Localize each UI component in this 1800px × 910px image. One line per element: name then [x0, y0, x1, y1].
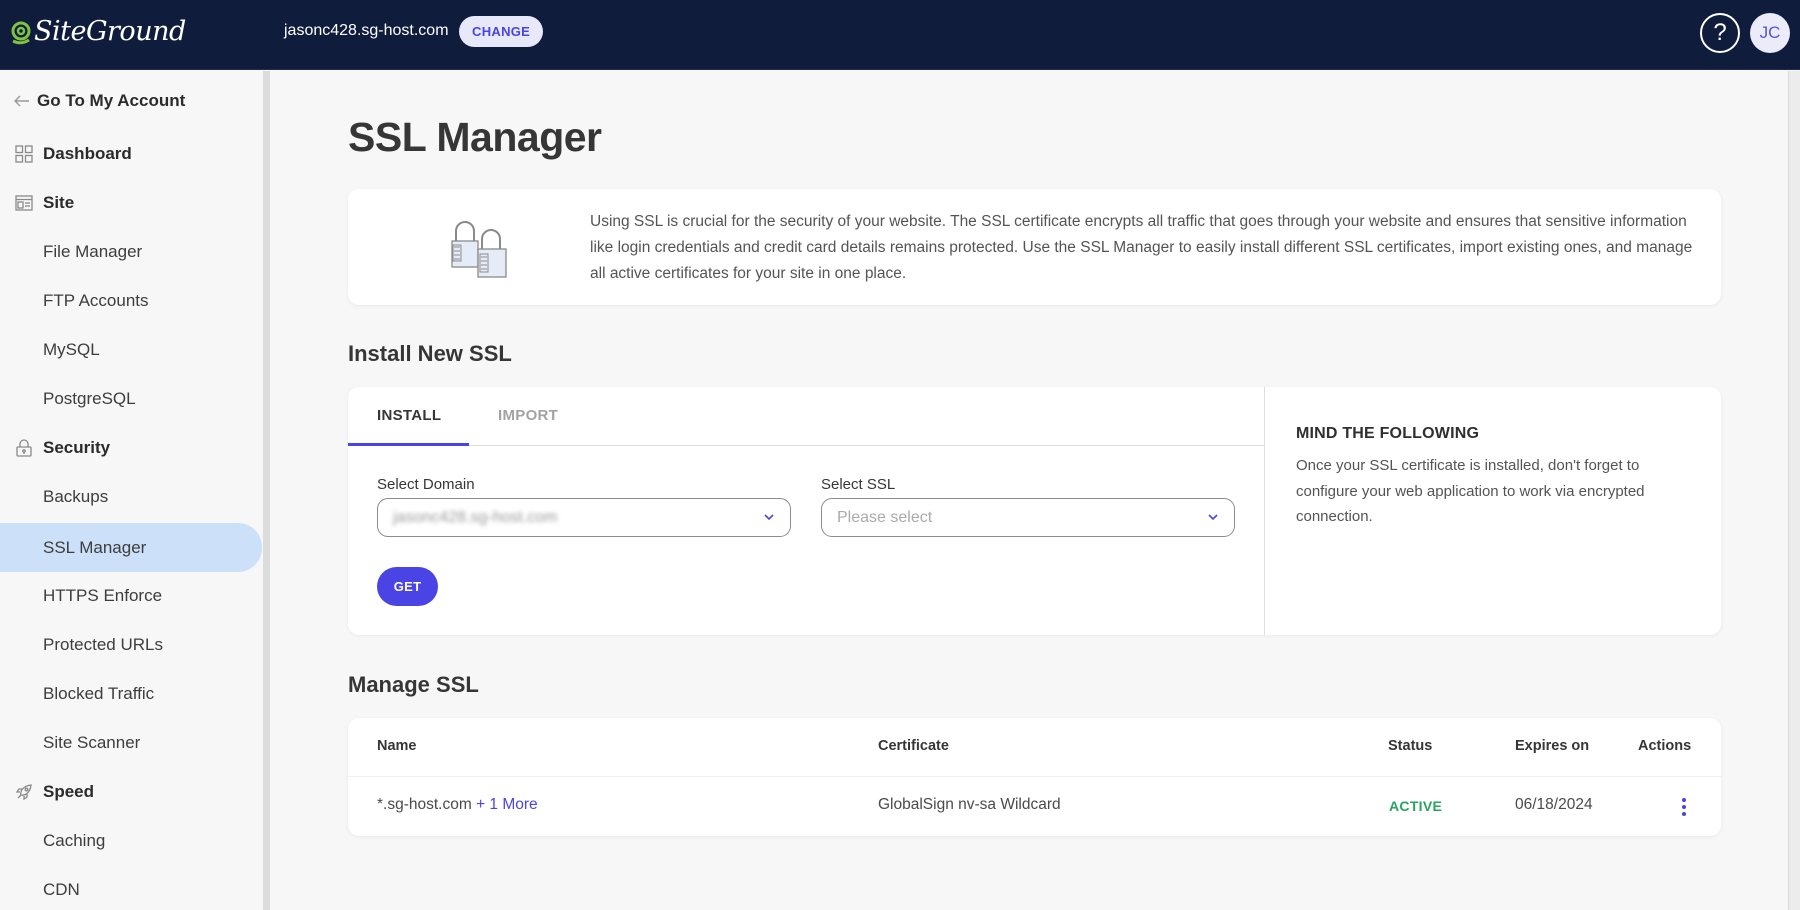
sidebar-label: FTP Accounts [43, 291, 149, 310]
current-site-name: jasonc428.sg-host.com [284, 22, 449, 39]
sidebar-back-label: Go To My Account [37, 91, 186, 110]
grid-icon [14, 144, 34, 164]
sidebar-label: Caching [43, 831, 106, 850]
sidebar-item-caching[interactable]: Caching [0, 818, 262, 864]
sidebar-label: Protected URLs [43, 635, 163, 654]
certificate-name: *.sg-host.com [377, 796, 472, 813]
rocket-icon [14, 782, 34, 802]
install-ssl-card: INSTALL IMPORT Select Domain jasonc428.s… [348, 387, 1721, 635]
more-domains-link[interactable]: + 1 More [476, 796, 538, 813]
sidebar-item-postgresql[interactable]: PostgreSQL [0, 376, 262, 422]
column-header-name: Name [377, 738, 417, 754]
table-header: Name Certificate Status Expires on Actio… [348, 718, 1721, 777]
sidebar-item-speed[interactable]: Speed [0, 769, 262, 815]
sidebar: Go To My Account Dashboard Site File Man… [0, 71, 263, 910]
sidebar-item-site-scanner[interactable]: Site Scanner [0, 720, 262, 766]
status-badge: ACTIVE [1389, 798, 1443, 814]
sidebar-item-dashboard[interactable]: Dashboard [0, 131, 262, 177]
select-domain-dropdown[interactable]: jasonc428.sg-host.com [377, 498, 791, 537]
manage-ssl-table: Name Certificate Status Expires on Actio… [348, 718, 1721, 836]
padlocks-illustration-icon [451, 221, 507, 278]
install-new-ssl-heading: Install New SSL [348, 341, 512, 366]
top-bar: SiteGround jasonc428.sg-host.com CHANGE … [0, 0, 1800, 70]
expiry-date: 06/18/2024 [1515, 796, 1593, 813]
sidebar-label: SSL Manager [43, 537, 147, 557]
sidebar-item-blocked-traffic[interactable]: Blocked Traffic [0, 671, 262, 717]
help-icon[interactable]: ? [1700, 13, 1740, 53]
site-window-icon [14, 193, 34, 213]
sidebar-label: PostgreSQL [43, 389, 136, 408]
column-header-expires-on: Expires on [1515, 738, 1590, 754]
ssl-info-card: Using SSL is crucial for the security of… [348, 189, 1721, 305]
chevron-down-icon [1208, 514, 1218, 521]
install-tabs: INSTALL IMPORT [348, 387, 1264, 446]
sidebar-item-ssl-manager[interactable]: SSL Manager [0, 523, 262, 572]
certificate-name-cell: *.sg-host.com + 1 More [377, 796, 538, 814]
get-ssl-button[interactable]: GET [377, 567, 438, 606]
chevron-down-icon [764, 514, 774, 521]
column-header-actions: Actions [1638, 738, 1692, 754]
sidebar-item-mysql[interactable]: MySQL [0, 327, 262, 373]
certificate-type: GlobalSign nv-sa Wildcard [878, 796, 1061, 813]
lock-icon [14, 438, 34, 458]
select-ssl-placeholder: Please select [837, 508, 933, 526]
brand-name: SiteGround [34, 16, 186, 47]
sidebar-label: Site [43, 193, 75, 212]
sidebar-label: Speed [43, 782, 95, 801]
user-avatar[interactable]: JC [1750, 13, 1790, 53]
sidebar-label: Blocked Traffic [43, 684, 155, 703]
select-domain-label: Select Domain [377, 476, 475, 493]
sidebar-label: HTTPS Enforce [43, 586, 163, 605]
sidebar-item-backups[interactable]: Backups [0, 474, 262, 520]
sidebar-item-file-manager[interactable]: File Manager [0, 229, 262, 275]
sidebar-item-cdn[interactable]: CDN [0, 867, 262, 910]
active-tab-indicator [348, 443, 469, 446]
siteground-swirl-icon [11, 21, 31, 44]
arrow-left-icon [12, 91, 32, 111]
ssl-info-text: Using SSL is crucial for the security of… [590, 213, 1693, 282]
selected-domain-value: jasonc428.sg-host.com [393, 508, 558, 526]
sidebar-item-ftp-accounts[interactable]: FTP Accounts [0, 278, 262, 324]
tab-install[interactable]: INSTALL [377, 407, 441, 424]
sidebar-item-https-enforce[interactable]: HTTPS Enforce [0, 573, 262, 619]
sidebar-label: Security [43, 438, 111, 457]
page-scrollbar[interactable] [1788, 71, 1800, 910]
sidebar-item-site[interactable]: Site [0, 180, 262, 226]
sidebar-label: CDN [43, 880, 80, 899]
sidebar-label: MySQL [43, 340, 100, 359]
sidebar-scrollbar[interactable] [263, 71, 270, 910]
select-ssl-dropdown[interactable]: Please select [821, 498, 1235, 537]
siteground-logo[interactable]: SiteGround [10, 16, 186, 47]
manage-ssl-heading: Manage SSL [348, 672, 479, 697]
sidebar-label: Site Scanner [43, 733, 141, 752]
mind-the-following-text: Once your SSL certificate is installed, … [1296, 457, 1645, 525]
column-header-certificate: Certificate [878, 738, 949, 754]
row-actions-kebab-icon[interactable] [1677, 796, 1691, 818]
column-header-status: Status [1388, 738, 1433, 754]
select-ssl-label: Select SSL [821, 476, 896, 493]
change-site-button[interactable]: CHANGE [459, 16, 544, 47]
mind-the-following-title: MIND THE FOLLOWING [1296, 425, 1480, 442]
sidebar-label: File Manager [43, 242, 143, 261]
sidebar-label: Dashboard [43, 144, 132, 163]
tab-import[interactable]: IMPORT [498, 407, 558, 424]
sidebar-item-security[interactable]: Security [0, 425, 262, 471]
sidebar-item-protected-urls[interactable]: Protected URLs [0, 622, 262, 668]
mind-the-following-panel: MIND THE FOLLOWING Once your SSL certifi… [1264, 387, 1721, 635]
go-to-my-account-link[interactable]: Go To My Account [0, 78, 262, 124]
sidebar-label: Backups [43, 487, 109, 506]
page-title: SSL Manager [348, 114, 602, 160]
